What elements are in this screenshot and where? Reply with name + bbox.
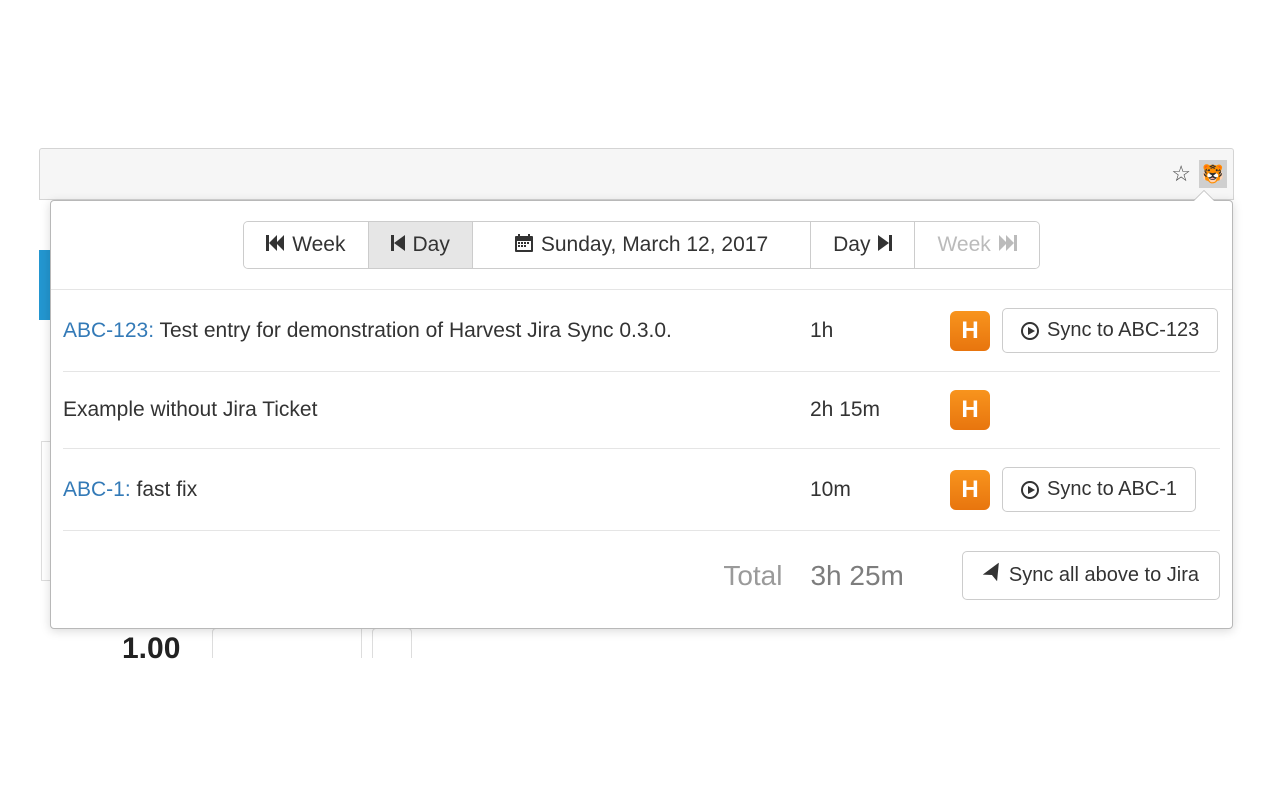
entry-description: Example without Jira Ticket [63, 398, 810, 422]
footer-total-row: Total 3h 25m Sync all above to Jira [51, 531, 1232, 628]
bookmark-star-icon[interactable]: ☆ [1171, 161, 1191, 187]
entry-actions: H [950, 390, 1220, 430]
play-icon [1021, 481, 1039, 499]
next-day-label: Day [833, 233, 870, 257]
sync-all-label: Sync all above to Jira [1009, 564, 1199, 587]
next-week-button[interactable]: Week [915, 222, 1038, 268]
play-icon [1021, 322, 1039, 340]
entry-actions: H Sync to ABC-123 [950, 308, 1220, 353]
popup-arrow-fill [1194, 191, 1214, 201]
harvest-badge-icon[interactable]: H [950, 470, 990, 510]
step-forward-icon [878, 235, 892, 256]
date-nav-toolbar: Week Day Sunday, March 12, 2017 Day [51, 201, 1232, 290]
entry-duration: 10m [810, 478, 950, 502]
entry-text: Example without Jira Ticket [63, 398, 317, 421]
ticket-link[interactable]: ABC-123: [63, 319, 154, 342]
total-label: Total [723, 560, 782, 592]
time-entry-row: Example without Jira Ticket 2h 15m H [63, 372, 1220, 449]
background-timer-value: 1.00 [122, 632, 180, 666]
sync-all-button[interactable]: Sync all above to Jira [962, 551, 1220, 600]
sync-to-ticket-button[interactable]: Sync to ABC-1 [1002, 467, 1196, 512]
time-entry-row: ABC-1: fast fix 10m H Sync to ABC-1 [63, 449, 1220, 531]
browser-chrome: ☆ 🐯 [39, 148, 1234, 200]
extension-icon[interactable]: 🐯 [1199, 160, 1227, 188]
fast-forward-icon [999, 235, 1017, 256]
background-start-button [212, 628, 362, 658]
calendar-icon [515, 234, 533, 257]
fast-backward-icon [266, 235, 284, 256]
prev-day-button[interactable]: Day [369, 222, 473, 268]
sync-button-label: Sync to ABC-123 [1047, 319, 1199, 342]
entry-duration: 2h 15m [810, 398, 950, 422]
next-day-button[interactable]: Day [811, 222, 915, 268]
entry-description: ABC-123: Test entry for demonstration of… [63, 319, 810, 343]
next-week-label: Week [937, 233, 990, 257]
extension-popup: Week Day Sunday, March 12, 2017 Day [50, 200, 1233, 629]
time-entry-row: ABC-123: Test entry for demonstration of… [63, 290, 1220, 372]
harvest-badge-icon[interactable]: H [950, 390, 990, 430]
current-date-label: Sunday, March 12, 2017 [541, 233, 768, 257]
total-value: 3h 25m [810, 560, 903, 592]
entry-duration: 1h [810, 319, 950, 343]
date-nav-group: Week Day Sunday, March 12, 2017 Day [243, 221, 1040, 269]
current-date-button[interactable]: Sunday, March 12, 2017 [473, 222, 811, 268]
sync-to-ticket-button[interactable]: Sync to ABC-123 [1002, 308, 1218, 353]
prev-week-button[interactable]: Week [244, 222, 368, 268]
step-backward-icon [391, 235, 405, 256]
paper-plane-icon [981, 563, 1003, 589]
entry-actions: H Sync to ABC-1 [950, 467, 1220, 512]
prev-week-label: Week [292, 233, 345, 257]
ticket-link[interactable]: ABC-1: [63, 478, 131, 501]
background-small-button [372, 628, 412, 658]
entry-text: fast fix [131, 478, 198, 501]
prev-day-label: Day [413, 233, 450, 257]
sync-button-label: Sync to ABC-1 [1047, 478, 1177, 501]
harvest-badge-icon[interactable]: H [950, 311, 990, 351]
entry-text: Test entry for demonstration of Harvest … [154, 319, 672, 342]
time-entries-list: ABC-123: Test entry for demonstration of… [51, 290, 1232, 531]
entry-description: ABC-1: fast fix [63, 478, 810, 502]
